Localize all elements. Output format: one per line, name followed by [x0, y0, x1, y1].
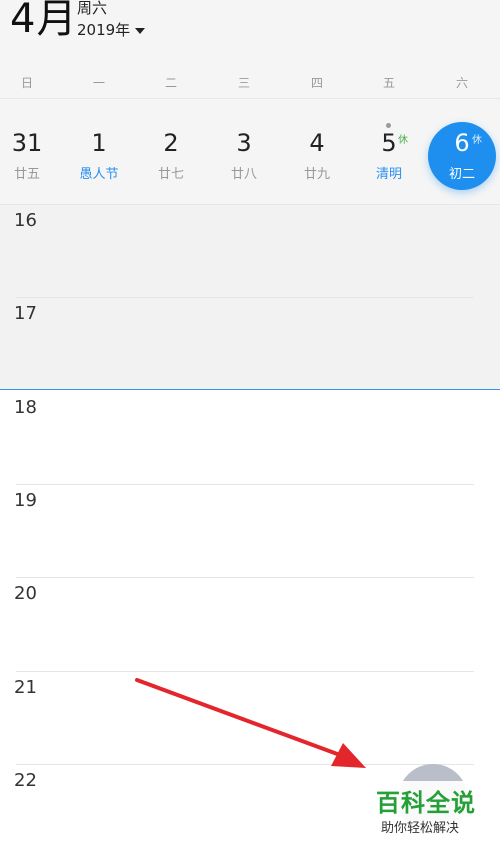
watermark-subtitle: 助你轻松解决: [381, 821, 460, 836]
red-arrow-icon: [135, 678, 366, 768]
watermark-title: 百科全说: [376, 789, 476, 817]
watermark-logo: 百科全说 助你轻松解决: [368, 781, 494, 837]
